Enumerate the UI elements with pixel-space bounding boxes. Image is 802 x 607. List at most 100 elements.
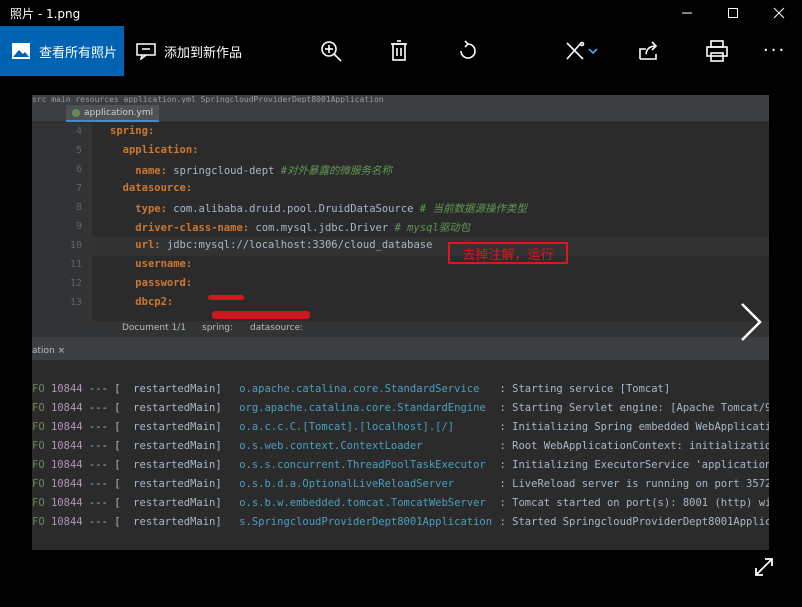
- log-row: FO 10844 --- [ restartedMain] o.a.c.c.C.…: [32, 421, 769, 439]
- log-msg: : Starting service [Tomcat]: [499, 383, 671, 395]
- chevron-right-icon: [741, 303, 762, 341]
- yaml-comment: # 当前数据源操作类型: [419, 203, 527, 215]
- code-line: type: com.alibaba.druid.pool.DruidDataSo…: [135, 203, 527, 215]
- delete-button[interactable]: [386, 38, 412, 64]
- more-icon[interactable]: ···: [763, 40, 786, 61]
- line-number: 9: [75, 221, 82, 232]
- ide-breadcrumb: src main resources application.yml Sprin…: [32, 95, 769, 103]
- share-button[interactable]: [636, 38, 662, 64]
- yaml-path-datasource: datasource:: [250, 323, 304, 333]
- log-msg: : Initializing Spring embedded WebApplic…: [499, 421, 769, 433]
- fullscreen-icon: [755, 558, 773, 576]
- panel-separator: [32, 337, 769, 344]
- minimize-icon: [682, 12, 692, 14]
- redaction-mark: [208, 295, 244, 300]
- line-number: 12: [69, 278, 82, 289]
- yaml-key: spring: [110, 125, 148, 137]
- maximize-button[interactable]: [710, 0, 756, 26]
- log-row: FO 10844 --- [ restartedMain] o.apache.c…: [32, 383, 670, 401]
- log-separator: --- [: [88, 516, 127, 528]
- line-gutter: 4 5 6 7 8 9 10 11 12 13: [32, 123, 92, 325]
- log-thread: restartedMain]: [126, 459, 222, 471]
- tab-label: application.yml: [84, 107, 154, 118]
- fullscreen-button[interactable]: [753, 556, 775, 578]
- edit-button[interactable]: [562, 38, 588, 64]
- close-icon: [773, 7, 785, 19]
- see-all-photos-button[interactable]: 查看所有照片: [0, 26, 124, 76]
- edit-dropdown[interactable]: [586, 38, 600, 64]
- log-pid: 10844: [50, 402, 83, 414]
- yaml-key: datasource: [122, 182, 186, 194]
- log-lv: FO: [32, 402, 45, 414]
- tab-application-yml: application.yml: [66, 105, 160, 122]
- yaml-value: com.alibaba.druid.pool.DruidDataSource: [166, 203, 420, 215]
- close-button[interactable]: [756, 0, 802, 26]
- log-lv: FO: [32, 459, 45, 471]
- log-cls: o.a.c.c.C.[Tomcat].[localhost].[/]: [239, 421, 455, 433]
- log-thread: restartedMain]: [126, 497, 222, 509]
- print-button[interactable]: [704, 38, 730, 64]
- code-line: driver-class-name: com.mysql.jdbc.Driver…: [135, 222, 471, 234]
- log-pid: 10844: [50, 440, 83, 452]
- log-pid: 10844: [50, 478, 83, 490]
- next-photo-button[interactable]: [736, 300, 766, 344]
- log-pid: 10844: [50, 459, 83, 471]
- log-thread: restartedMain]: [126, 478, 222, 490]
- code-line: datasource:: [122, 182, 193, 194]
- code-line: spring:: [110, 125, 155, 137]
- log-separator: --- [: [88, 402, 127, 414]
- photos-icon: [12, 43, 30, 59]
- run-tool-bar: ation ×: [32, 344, 769, 361]
- doc-indicator: Document 1/1: [122, 323, 186, 333]
- log-thread: restartedMain]: [126, 383, 222, 395]
- line-number: 13: [69, 297, 82, 308]
- rotate-button[interactable]: [455, 38, 481, 64]
- yaml-comment: #对外暴露的微服务名称: [280, 165, 393, 177]
- add-to-creation-button[interactable]: 添加到新作品: [136, 26, 242, 76]
- line-number: 11: [69, 259, 82, 270]
- yaml-key: name: [135, 165, 161, 177]
- log-separator: --- [: [88, 440, 127, 452]
- log-lv: FO: [32, 516, 45, 528]
- log-msg: : Root WebApplicationContext: initializa…: [499, 440, 769, 452]
- code-editor: 4 5 6 7 8 9 10 11 12 13 spring: application: name…: [32, 123, 769, 325]
- log-cls: o.s.web.context.ContextLoader: [239, 440, 423, 452]
- chevron-down-icon: [588, 48, 598, 55]
- yaml-key: driver-class-name: [135, 222, 243, 234]
- editor-status-bar: Document 1/1 spring: datasource:: [32, 321, 769, 337]
- log-pid: 10844: [50, 383, 83, 395]
- ide-tab-bar: application.yml: [32, 103, 769, 122]
- log-cls: o.apache.catalina.core.StandardService: [239, 383, 480, 395]
- line-number: 5: [75, 145, 82, 156]
- minimize-button[interactable]: [664, 0, 710, 26]
- log-lv: FO: [32, 383, 45, 395]
- log-row: FO 10844 --- [ restartedMain] org.apache…: [32, 402, 769, 420]
- code-line: name: springcloud-dept #对外暴露的微服务名称: [135, 165, 393, 177]
- console-output: FO 10844 --- [ restartedMain] o.apache.c…: [32, 361, 769, 550]
- redaction-mark: [212, 311, 310, 319]
- yaml-file-icon: [72, 108, 80, 117]
- add-to-creation-label: 添加到新作品: [164, 45, 243, 61]
- yaml-key: type: [135, 203, 161, 215]
- yaml-comment: # mysql驱动包: [394, 222, 471, 234]
- zoom-button[interactable]: [318, 38, 344, 64]
- yaml-key: dbcp2: [135, 296, 167, 308]
- code-line: password:: [135, 277, 193, 289]
- log-separator: --- [: [88, 497, 127, 509]
- yaml-path-spring: spring:: [202, 323, 234, 333]
- print-icon: [706, 40, 728, 62]
- log-separator: --- [: [88, 459, 127, 471]
- code-line: application:: [122, 144, 199, 156]
- yaml-key: application: [122, 144, 193, 156]
- edit-icon: [566, 41, 585, 60]
- yaml-key: username: [135, 258, 186, 270]
- log-row: FO 10844 --- [ restartedMain] o.s.web.co…: [32, 440, 769, 458]
- yaml-value: springcloud-dept: [166, 165, 281, 177]
- log-thread: restartedMain]: [126, 402, 222, 414]
- yaml-value: jdbc:mysql://localhost:3306/cloud_databa…: [160, 239, 433, 251]
- log-row: FO 10844 --- [ restartedMain] o.s.b.w.em…: [32, 497, 769, 515]
- log-thread: restartedMain]: [126, 516, 222, 528]
- log-msg: : Started SpringcloudProviderDept8001App…: [499, 516, 769, 528]
- log-msg: : Starting Servlet engine: [Apache Tomca…: [499, 402, 769, 414]
- log-thread: restartedMain]: [126, 440, 222, 452]
